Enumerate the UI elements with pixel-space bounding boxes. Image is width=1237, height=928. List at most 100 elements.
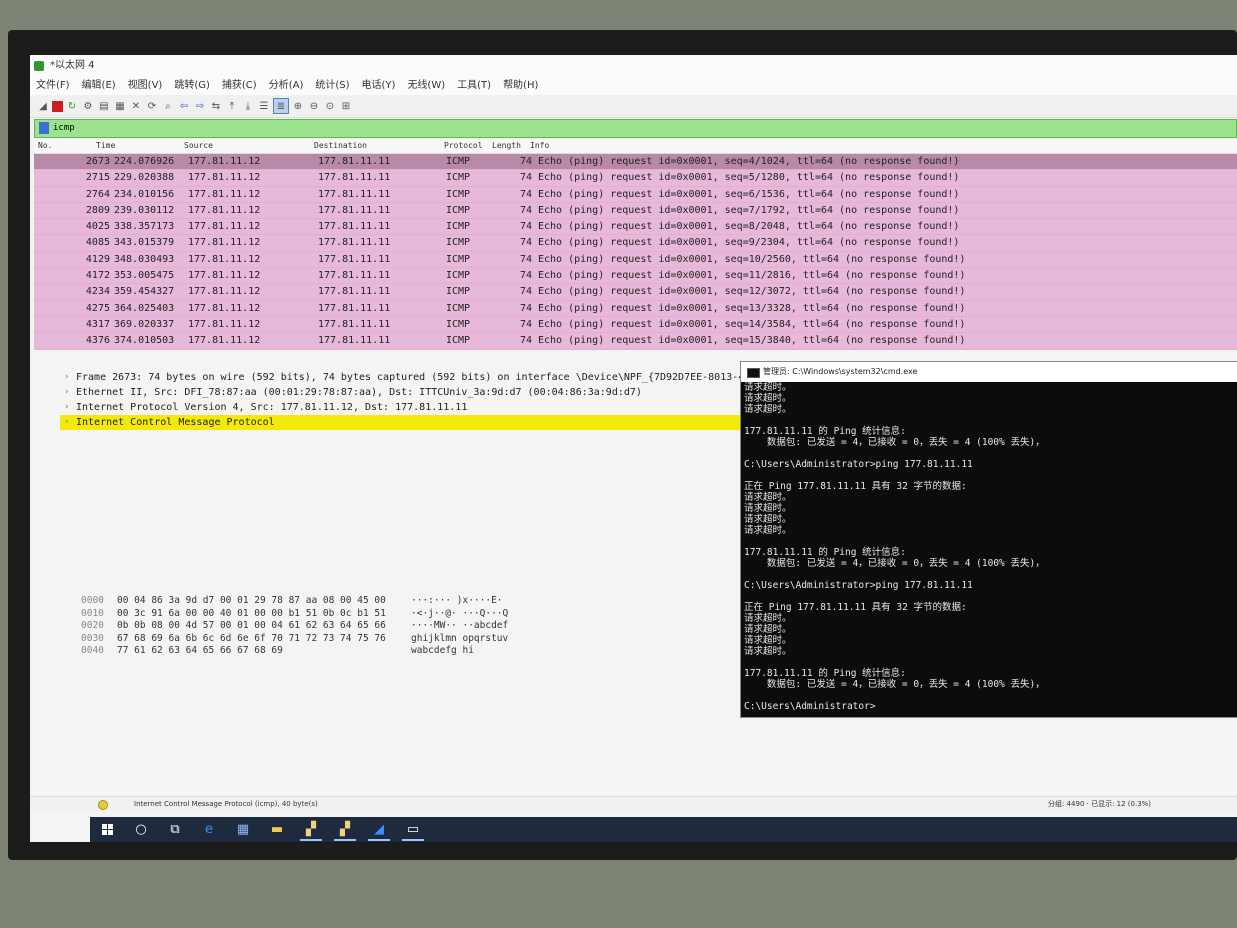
window-titlebar[interactable]: *以太网 4 [30,55,1237,77]
packet-row[interactable]: 4234 359.454327 177.81.11.12 177.81.11.11 IC… [34,284,1237,301]
packet-row[interactable]: 4085 343.015379 177.81.11.12 177.81.11.11 IC… [34,235,1237,252]
app-icon-2[interactable]: ▞ [328,817,362,842]
packet-len: 74 [519,221,532,233]
detail-ethernet[interactable]: › Ethernet II, Src: DFI_78:87:aa (00:01:2… [60,385,772,400]
zoom-out-icon[interactable]: ⊖ [307,99,321,113]
expand-arrow-icon[interactable]: › [64,400,69,415]
autoscroll-icon[interactable]: ☰ [257,99,271,113]
col-no[interactable]: No. [38,141,52,150]
menu-help[interactable]: 帮助(H) [497,77,544,95]
expand-arrow-icon[interactable]: › [64,415,69,430]
options-icon[interactable]: ⚙ [81,99,95,113]
packet-info: Echo (ping) request id=0x0001, seq=15/38… [538,335,966,347]
app-icon[interactable]: ▞ [294,817,328,842]
first-icon[interactable]: ⤒ [225,99,239,113]
col-time[interactable]: Time [96,141,115,150]
close-file-icon[interactable]: ✕ [129,99,143,113]
packet-row[interactable]: 4172 353.005475 177.81.11.12 177.81.11.11 IC… [34,268,1237,285]
colorize-icon[interactable]: ≣ [273,98,289,114]
display-filter-input[interactable]: icmp [34,119,1237,138]
task-view-icon[interactable]: ⧉ [158,817,192,842]
detail-ipv4[interactable]: › Internet Protocol Version 4, Src: 177.8… [60,400,772,415]
menu-go[interactable]: 跳转(G) [168,77,216,95]
capture-status-icon[interactable] [98,800,108,810]
hex-offset: 0030 [81,632,104,644]
hex-bytes: 00 3c 91 6a 00 00 40 01 00 00 b1 51 0b 0… [117,607,386,619]
cmd-window[interactable]: 管理员: C:\Windows\system32\cmd.exe 请求超时。请求… [740,361,1237,718]
col-info[interactable]: Info [530,141,549,150]
hex-row[interactable]: 0020 0b 0b 08 00 4d 57 00 01 00 04 61 62 … [75,620,765,633]
save-icon[interactable]: ▦ [113,99,127,113]
menu-tools[interactable]: 工具(T) [451,77,497,95]
cmd-output[interactable]: 请求超时。 请求超时。 请求超时。 177.81.11.11 的 Ping 统计信息:… [741,382,1237,712]
cmd-line [744,448,1235,459]
menu-file[interactable]: 文件(F) [30,77,76,95]
start-icon[interactable] [90,817,124,842]
open-icon[interactable]: ▤ [97,99,111,113]
cmd-line: 请求超时。 [744,613,792,624]
packet-row[interactable]: 4275 364.025403 177.81.11.12 177.81.11.11 IC… [34,300,1237,317]
menu-edit[interactable]: 编辑(E) [76,77,122,95]
menu-telephony[interactable]: 电话(Y) [356,77,402,95]
expand-arrow-icon[interactable]: › [64,370,69,385]
wireshark-taskbar-icon[interactable]: ◢ [362,817,396,842]
cortana-icon[interactable]: ○ [124,817,158,842]
resize-columns-icon[interactable]: ⊞ [339,99,353,113]
packet-row[interactable]: 2715 229.020388 177.81.11.12 177.81.11.11 IC… [34,170,1237,187]
col-protocol[interactable]: Protocol [444,141,483,150]
last-icon[interactable]: ⤓ [241,99,255,113]
zoom-reset-icon[interactable]: ⊙ [323,99,337,113]
packet-row[interactable]: 4025 338.357173 177.81.11.12 177.81.11.11 IC… [34,219,1237,236]
packet-time: 234.010156 [114,188,175,200]
hex-row[interactable]: 0040 77 61 62 63 64 65 66 67 68 69 wabcdef… [75,645,765,658]
packet-dst: 177.81.11.11 [318,318,391,330]
packet-time: 239.030112 [114,204,175,216]
hex-row[interactable]: 0010 00 3c 91 6a 00 00 40 01 00 00 b1 51 … [75,608,765,621]
col-source[interactable]: Source [184,141,213,150]
restart-icon[interactable]: ↻ [65,99,79,113]
packet-row[interactable]: 4129 348.030493 177.81.11.12 177.81.11.11 IC… [34,251,1237,269]
calculator-icon[interactable]: ▦ [226,817,260,842]
menu-view[interactable]: 视图(V) [122,77,169,95]
cmd-taskbar-icon[interactable]: ▭ [396,817,430,842]
back-icon[interactable]: ⇦ [177,99,191,113]
packet-row[interactable]: 2673 224.076926 177.81.11.12 177.81.11.11 IC… [34,154,1237,171]
packet-dst: 177.81.11.11 [318,270,391,282]
menu-capture[interactable]: 捕获(C) [216,77,263,95]
menu-analyze[interactable]: 分析(A) [263,77,310,95]
hex-ascii: ····MW·· ··abcdef [411,620,509,631]
packet-dst: 177.81.11.11 [318,172,391,184]
detail-frame[interactable]: › Frame 2673: 74 bytes on wire (592 bits)… [60,370,772,385]
menu-wireless[interactable]: 无线(W) [401,77,451,95]
hex-row[interactable]: 0000 00 04 86 3a 9d d7 00 01 29 78 87 aa … [75,595,765,608]
cmd-titlebar[interactable]: 管理员: C:\Windows\system32\cmd.exe [741,362,1237,382]
menu-statistics[interactable]: 统计(S) [309,77,355,95]
packet-info: Echo (ping) request id=0x0001, seq=10/25… [538,253,966,265]
hex-row[interactable]: 0030 67 68 69 6a 6b 6c 6d 6e 6f 70 71 72 … [75,633,765,646]
packet-no: 4376 [85,335,110,347]
hex-offset: 0020 [81,620,104,631]
shark-fin-icon[interactable]: ◢ [36,99,50,113]
col-destination[interactable]: Destination [314,141,367,150]
cmd-line: 请求超时。 [744,382,792,393]
detail-icmp[interactable]: › Internet Control Message Protocol [60,415,772,430]
zoom-in-icon[interactable]: ⊕ [291,99,305,113]
packet-proto: ICMP [446,221,471,233]
expand-arrow-icon[interactable]: › [64,385,69,400]
packet-row[interactable]: 2809 239.030112 177.81.11.12 177.81.11.11 IC… [34,202,1237,220]
packet-row[interactable]: 2764 234.010156 177.81.11.12 177.81.11.11 IC… [34,186,1237,203]
reload-icon[interactable]: ⟳ [145,99,159,113]
packet-row[interactable]: 4376 374.010503 177.81.11.12 177.81.11.11 IC… [34,333,1237,350]
edge-icon[interactable]: e [192,817,226,842]
packet-len: 74 [519,318,532,330]
col-length[interactable]: Length [492,141,521,150]
packet-row[interactable]: 4317 369.020337 177.81.11.12 177.81.11.11 IC… [34,316,1237,334]
filter-bookmark-icon[interactable] [39,122,49,134]
packet-no: 2764 [85,188,110,200]
explorer-icon[interactable]: ▬ [260,817,294,842]
goto-icon[interactable]: ⇆ [209,99,223,113]
stop-icon[interactable] [52,100,63,112]
hex-ascii: ···:··· )x····E· [411,595,503,606]
forward-icon[interactable]: ⇨ [193,99,207,113]
find-icon[interactable]: ⌕ [161,99,175,113]
